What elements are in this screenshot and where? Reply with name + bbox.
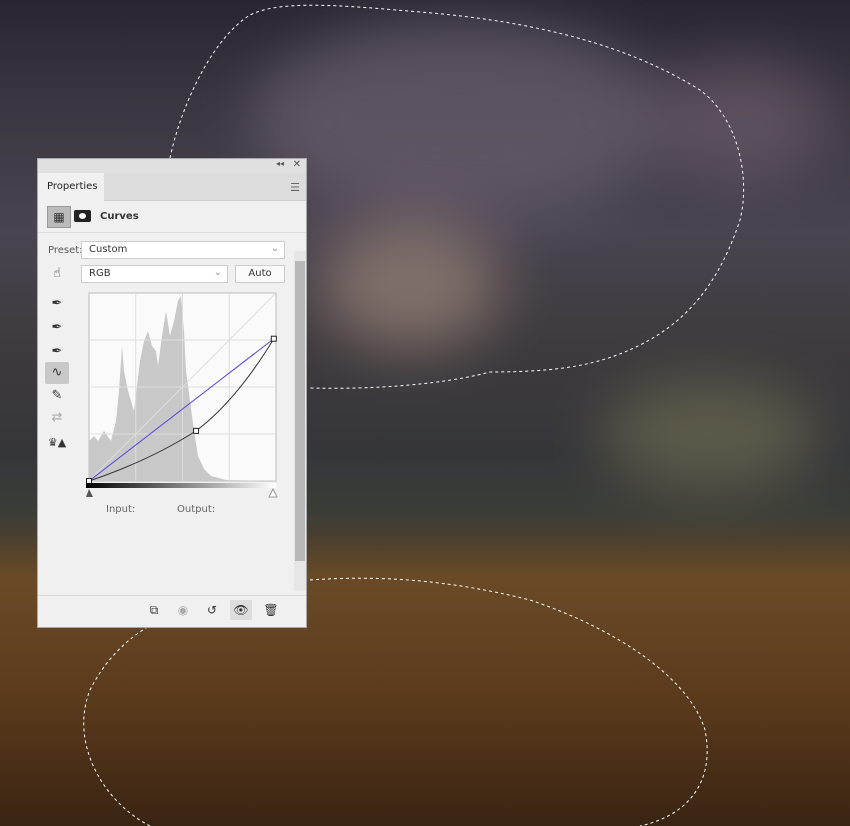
preset-select[interactable]: Custom ⌄ [81,241,285,259]
tab-properties[interactable]: Properties [38,173,104,201]
white-point-slider[interactable] [268,487,278,498]
output-label: Output: [177,504,216,515]
curves-adjustment-icon[interactable]: ▦ [47,206,71,228]
preset-label: Preset: [48,245,83,256]
properties-panel: ◂◂ ✕ Properties ☰ ▦ Curves Preset: Custo… [37,158,307,628]
white-point-eyedropper-icon[interactable]: ✒ [45,341,69,363]
adjustment-title: Curves [100,211,139,222]
close-icon[interactable]: ✕ [293,159,301,170]
gray-point-eyedropper-icon[interactable]: ✒ [45,317,69,339]
channel-select[interactable]: RGB ⌄ [81,265,228,283]
scrollbar-thumb[interactable] [295,261,305,561]
pencil-icon[interactable]: ✎ [45,385,69,407]
black-point-slider[interactable] [86,489,93,497]
black-point-eyedropper-icon[interactable]: ✒ [45,293,69,315]
hamburger-menu-icon[interactable]: ☰ [290,181,300,194]
curve-points-tool-icon[interactable]: ∿ [45,362,69,384]
chevron-down-icon: ⌄ [270,243,279,254]
preset-value: Custom [89,244,128,255]
double-chevron-left-icon[interactable]: ◂◂ [276,159,284,168]
visibility-eye-icon[interactable]: 👁 [230,600,252,620]
target-adjust-hand-icon[interactable]: ☝ [45,263,69,285]
auto-button[interactable]: Auto [235,265,285,283]
input-label: Input: [106,504,136,515]
trash-icon[interactable]: 🗑 [260,600,282,620]
clipping-warning-icon[interactable]: ♛▲ [45,432,69,454]
view-previous-state-icon[interactable]: ◉ [172,600,194,620]
curves-graph[interactable] [86,291,286,501]
curve-control-point[interactable] [270,335,277,342]
scrollbar[interactable] [294,251,306,591]
clip-to-layer-icon[interactable]: ⧉ [143,600,165,620]
reset-icon[interactable]: ↺ [201,600,223,620]
layer-mask-icon[interactable] [74,210,91,222]
smooth-curve-icon[interactable]: ⇄ [45,407,69,429]
chevron-down-icon: ⌄ [213,267,222,278]
channel-value: RGB [89,268,111,279]
curve-control-point[interactable] [193,427,200,434]
curve-control-point[interactable] [86,478,92,484]
panel-titlebar[interactable]: ◂◂ ✕ [38,159,306,173]
